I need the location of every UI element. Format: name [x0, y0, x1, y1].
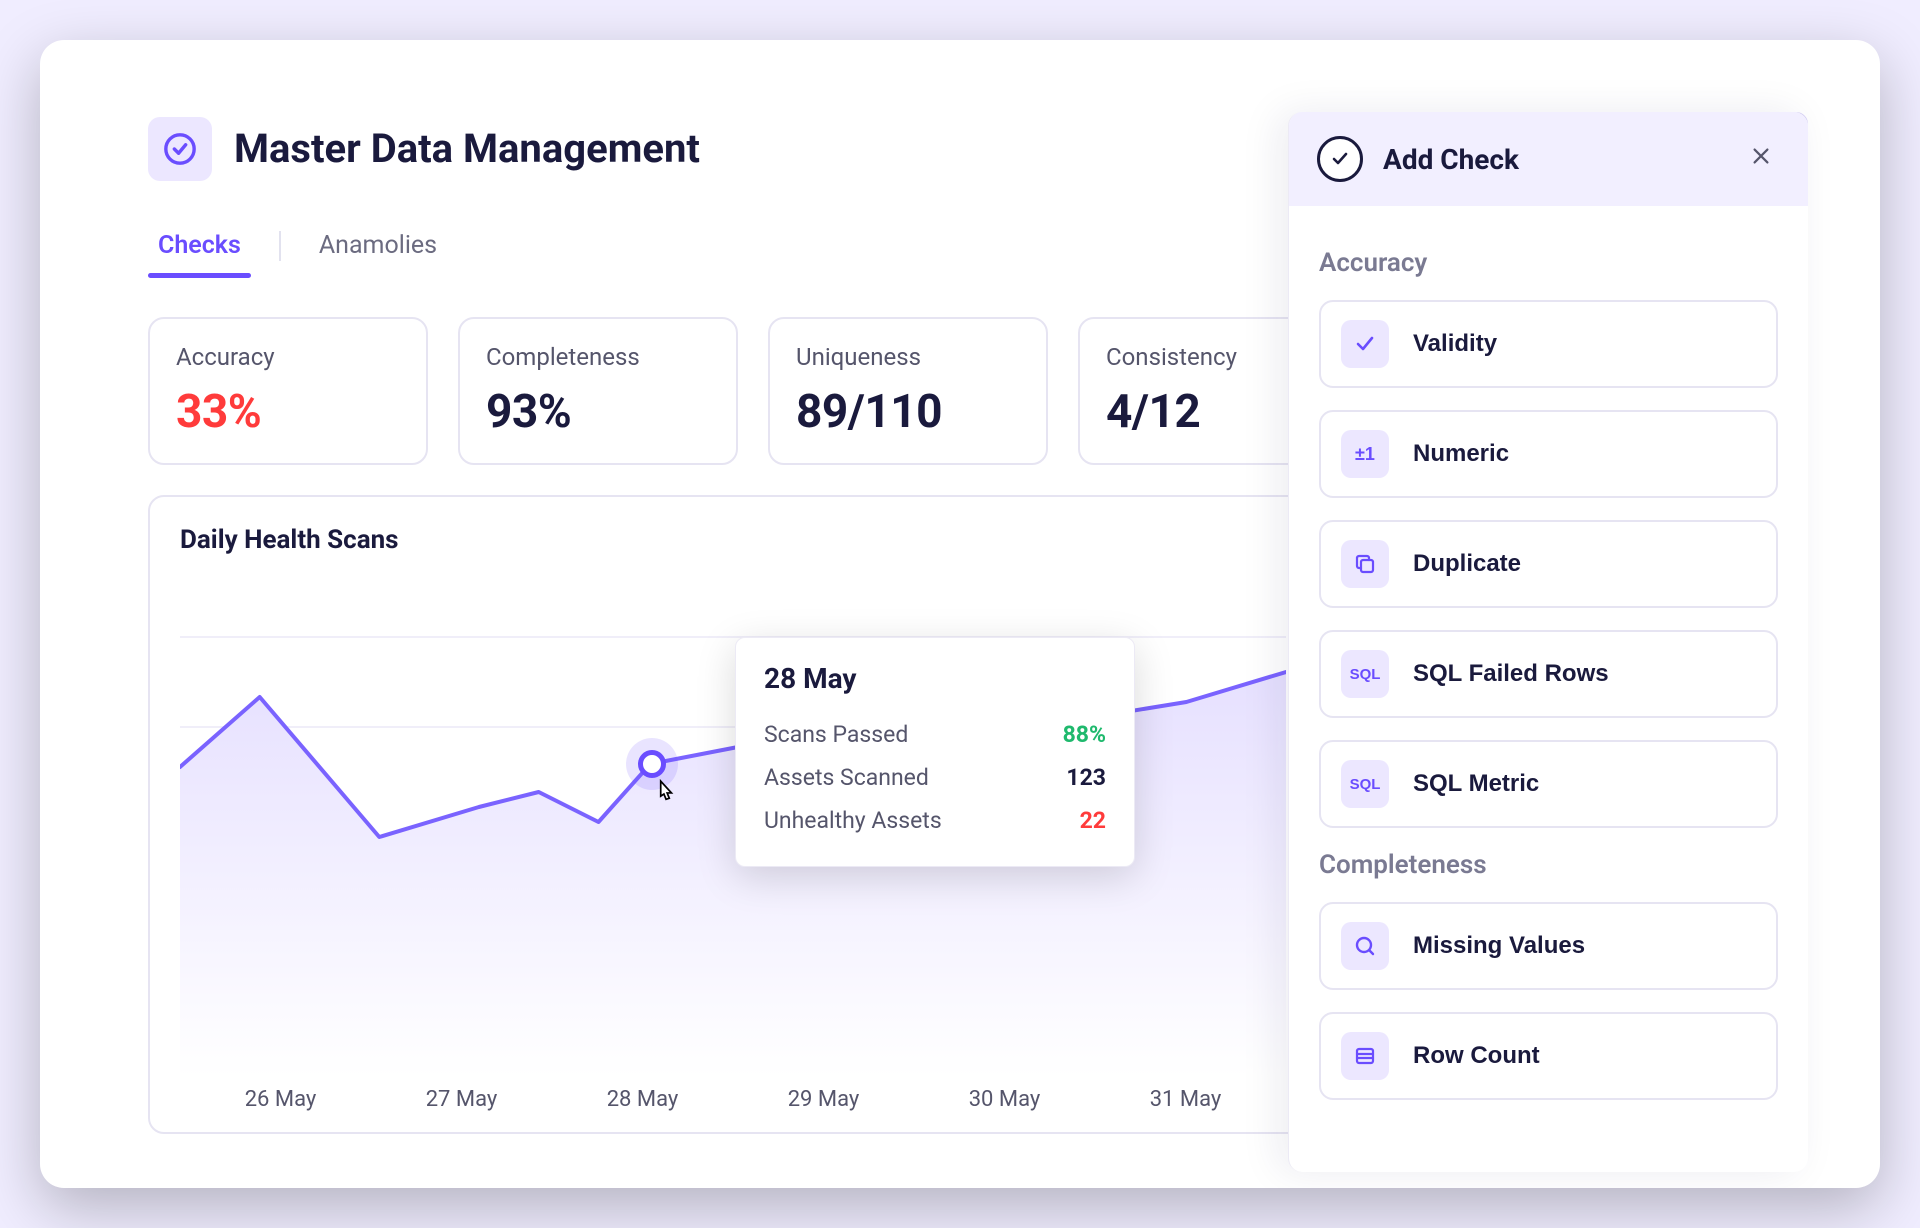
plusminus-icon: ±1	[1341, 430, 1389, 478]
copy-icon	[1341, 540, 1389, 588]
stat-label: Uniqueness	[796, 343, 1020, 371]
x-label: 26 May	[190, 1087, 371, 1112]
tooltip-row: Unhealthy Assets 22	[764, 799, 1106, 842]
side-panel: Add Check Accuracy Validity ±1 Numeric	[1288, 112, 1808, 1172]
check-sql-metric[interactable]: SQL SQL Metric	[1319, 740, 1778, 828]
stat-label: Completeness	[486, 343, 710, 371]
check-label: SQL Failed Rows	[1413, 660, 1609, 688]
check-numeric[interactable]: ±1 Numeric	[1319, 410, 1778, 498]
stat-value: 93%	[486, 385, 710, 439]
pointer-cursor-icon	[652, 779, 678, 809]
tooltip-key: Scans Passed	[764, 721, 908, 748]
x-label: 29 May	[733, 1087, 914, 1112]
stat-card-uniqueness[interactable]: Uniqueness 89/110	[768, 317, 1048, 465]
search-icon	[1341, 922, 1389, 970]
tab-label: Checks	[158, 231, 241, 260]
app-window: Master Data Management Health Insights C…	[40, 40, 1880, 1188]
header-left: Master Data Management	[148, 117, 700, 181]
section-label-completeness: Completeness	[1319, 850, 1778, 880]
panel-header: Add Check	[1289, 112, 1808, 206]
section-label-accuracy: Accuracy	[1319, 248, 1778, 278]
tooltip-key: Unhealthy Assets	[764, 807, 942, 834]
stat-value: 89/110	[796, 385, 1020, 439]
x-label: 28 May	[552, 1087, 733, 1112]
check-label: Numeric	[1413, 440, 1509, 468]
tab-separator	[279, 231, 281, 261]
check-label: SQL Metric	[1413, 770, 1539, 798]
chart-title: Daily Health Scans	[180, 525, 1286, 555]
check-label: Duplicate	[1413, 550, 1521, 578]
tab-anomalies[interactable]: Anamolies	[309, 225, 447, 278]
stat-label: Accuracy	[176, 343, 400, 371]
close-icon[interactable]	[1742, 140, 1780, 178]
rows-icon	[1341, 1032, 1389, 1080]
stat-card-completeness[interactable]: Completeness 93%	[458, 317, 738, 465]
tooltip-row: Scans Passed 88%	[764, 713, 1106, 756]
check-circle-icon	[148, 117, 212, 181]
check-missing-values[interactable]: Missing Values	[1319, 902, 1778, 990]
check-icon	[1341, 320, 1389, 368]
chart-card: Daily Health Scans	[148, 495, 1318, 1134]
check-label: Missing Values	[1413, 932, 1585, 960]
tab-checks[interactable]: Checks	[148, 225, 251, 278]
tooltip-value: 123	[1066, 764, 1106, 791]
panel-body: Accuracy Validity ±1 Numeric Duplicate S…	[1289, 206, 1808, 1146]
tooltip-date: 28 May	[764, 662, 1106, 695]
tooltip-key: Assets Scanned	[764, 764, 929, 791]
chart-area[interactable]: 28 May Scans Passed 88% Assets Scanned 1…	[180, 577, 1286, 1077]
tab-label: Anamolies	[319, 231, 437, 260]
sql-icon: SQL	[1341, 760, 1389, 808]
check-validity[interactable]: Validity	[1319, 300, 1778, 388]
page-title: Master Data Management	[234, 125, 700, 172]
check-row-count[interactable]: Row Count	[1319, 1012, 1778, 1100]
x-label: 31 May	[1095, 1087, 1276, 1112]
tooltip-row: Assets Scanned 123	[764, 756, 1106, 799]
x-label: 30 May	[914, 1087, 1095, 1112]
tooltip-value: 88%	[1063, 721, 1106, 748]
chart-x-labels: 26 May 27 May 28 May 29 May 30 May 31 Ma…	[180, 1087, 1286, 1112]
chart-tooltip: 28 May Scans Passed 88% Assets Scanned 1…	[735, 637, 1135, 867]
check-label: Row Count	[1413, 1042, 1540, 1070]
stat-value: 33%	[176, 385, 400, 439]
tooltip-value: 22	[1080, 807, 1106, 834]
chart-hover-dot	[638, 750, 666, 778]
check-duplicate[interactable]: Duplicate	[1319, 520, 1778, 608]
sql-icon: SQL	[1341, 650, 1389, 698]
x-label: 27 May	[371, 1087, 552, 1112]
check-circle-icon	[1317, 136, 1363, 182]
check-sql-failed-rows[interactable]: SQL SQL Failed Rows	[1319, 630, 1778, 718]
panel-title: Add Check	[1383, 143, 1722, 176]
stat-card-accuracy[interactable]: Accuracy 33%	[148, 317, 428, 465]
check-label: Validity	[1413, 330, 1497, 358]
